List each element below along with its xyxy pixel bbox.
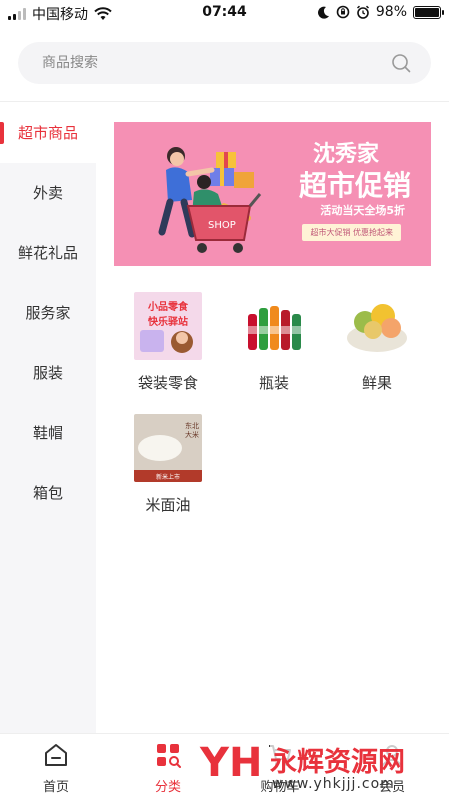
bottles-icon xyxy=(248,306,301,350)
search-input[interactable] xyxy=(42,42,382,84)
battery-icon xyxy=(413,5,444,19)
fruit-bowl-icon xyxy=(347,304,407,352)
sidebar-item-home-services[interactable]: 服务家 xyxy=(0,283,96,343)
sidebar-item-label: 鞋帽 xyxy=(32,424,63,442)
rice-thumb-subtext: 新米上市 xyxy=(155,474,180,481)
category-bottled-drinks[interactable]: 瓶装 xyxy=(224,292,324,393)
tab-label: 首页 xyxy=(42,780,69,795)
battery-percent: 98% xyxy=(375,4,407,20)
sidebar-item-clothing[interactable]: 服装 xyxy=(0,343,96,403)
banner-subtitle: 活动当天全场5折 xyxy=(320,204,405,217)
category-label: 瓶装 xyxy=(258,374,289,392)
rice-thumb-text: 东北大米 xyxy=(185,422,199,439)
fresh-fruit-thumbnail xyxy=(343,292,411,360)
category-rice-flour-oil[interactable]: 东北大米 新米上市 米面油 xyxy=(118,414,218,515)
category-snacks[interactable]: 小品零食 快乐驿站 袋装零食 xyxy=(118,292,218,393)
promo-banner[interactable]: SHOP 沈秀家 超市促销 活动当天全场5折 超市大促销 优惠抢起来 xyxy=(114,122,431,266)
sidebar-item-flowers-gifts[interactable]: 鲜花礼品 xyxy=(0,223,96,283)
search-icon[interactable] xyxy=(391,53,411,73)
category-label: 米面油 xyxy=(145,496,191,514)
sidebar-item-label: 鲜花礼品 xyxy=(17,244,78,262)
watermark-title: 永辉资源网 xyxy=(270,740,405,779)
banner-tagline: 超市大促销 优惠抢起来 xyxy=(302,224,401,241)
home-icon xyxy=(45,744,67,766)
rice-flour-oil-thumbnail: 东北大米 新米上市 xyxy=(134,414,202,482)
category-fresh-fruit[interactable]: 鲜果 xyxy=(327,292,427,393)
tab-label: 分类 xyxy=(154,780,181,795)
sidebar-item-label: 箱包 xyxy=(32,484,63,502)
status-right: 98% xyxy=(317,4,444,20)
sidebar-item-shoes-hats[interactable]: 鞋帽 xyxy=(0,403,96,463)
sidebar-item-label: 外卖 xyxy=(32,184,63,202)
banner-headline: 超市促销 xyxy=(298,169,411,202)
search-box[interactable] xyxy=(18,42,431,84)
sidebar-item-supermarket[interactable]: 超市商品 xyxy=(0,103,96,163)
watermark-logo: YH xyxy=(200,740,263,786)
cart-sign: SHOP xyxy=(208,220,236,231)
category-sidebar: 超市商品 外卖 鲜花礼品 服务家 服装 鞋帽 箱包 xyxy=(0,103,96,733)
category-label: 鲜果 xyxy=(361,374,392,392)
tab-home[interactable]: 首页 xyxy=(16,742,96,795)
tab-category[interactable]: 分类 xyxy=(128,742,208,795)
watermark-url: www.yhkjjj.com xyxy=(272,776,395,792)
category-icon xyxy=(157,744,181,768)
sidebar-item-bags[interactable]: 箱包 xyxy=(0,463,96,523)
alarm-icon xyxy=(356,5,369,19)
sidebar-item-label: 服装 xyxy=(32,364,63,382)
rotation-lock-icon xyxy=(336,5,350,19)
sidebar-item-label: 服务家 xyxy=(25,304,71,322)
snacks-thumbnail: 小品零食 快乐驿站 xyxy=(134,292,202,360)
category-label: 袋装零食 xyxy=(137,374,198,392)
search-bar-area xyxy=(0,30,449,102)
sidebar-item-label: 超市商品 xyxy=(17,124,78,142)
status-bar: 中国移动 07:44 98% xyxy=(0,0,449,26)
bottled-drinks-thumbnail xyxy=(240,292,308,360)
snack-bag-icon xyxy=(140,330,193,353)
moon-icon xyxy=(317,6,329,19)
watermark: YH 永辉资源网 www.yhkjjj.com xyxy=(200,738,440,796)
sidebar-item-takeout[interactable]: 外卖 xyxy=(0,163,96,223)
